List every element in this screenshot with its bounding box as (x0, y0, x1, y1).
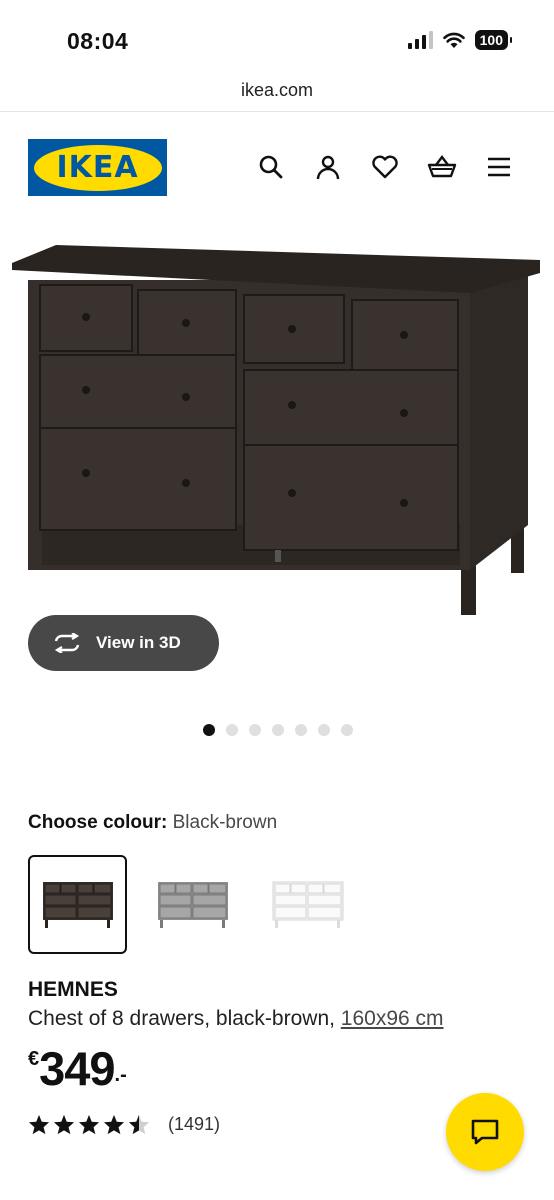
url-bar[interactable]: ikea.com (0, 80, 554, 112)
ikea-logo[interactable]: IKEA (28, 139, 167, 196)
basket-icon[interactable] (427, 152, 457, 182)
swatch-white[interactable] (258, 855, 357, 954)
swatch-grey[interactable] (143, 855, 242, 954)
star-icon (28, 1114, 50, 1135)
product-rating[interactable]: (1491) (28, 1114, 220, 1135)
wifi-icon (442, 32, 465, 48)
status-time: 08:04 (67, 28, 129, 54)
header-icons (256, 152, 514, 182)
carousel-dots (203, 724, 353, 736)
product-price: € 349 .- (28, 1040, 127, 1098)
site-header: IKEA (0, 112, 554, 222)
battery-indicator: 100 (474, 30, 513, 50)
chat-button[interactable] (446, 1093, 524, 1171)
star-icon (53, 1114, 75, 1135)
account-icon[interactable] (313, 152, 343, 182)
logo-text: IKEA (56, 150, 139, 185)
carousel-dot[interactable] (203, 724, 215, 736)
carousel-dot[interactable] (272, 724, 284, 736)
chat-icon (471, 1119, 499, 1145)
price-currency: € (28, 1048, 40, 1070)
colour-selector-label: Choose colour: Black-brown (28, 812, 277, 834)
colour-swatches (28, 855, 357, 954)
carousel-dot[interactable] (226, 724, 238, 736)
carousel-dot[interactable] (318, 724, 330, 736)
status-icons: 100 (407, 30, 513, 50)
price-suffix: .- (114, 1064, 127, 1086)
product-name: HEMNES (28, 978, 118, 1001)
menu-icon[interactable] (484, 152, 514, 182)
product-dimensions-link[interactable]: 160x96 cm (341, 1007, 444, 1030)
selected-colour: Black-brown (172, 812, 278, 833)
view-in-3d-label: View in 3D (96, 633, 181, 652)
rating-stars (28, 1114, 150, 1135)
carousel-dot[interactable] (341, 724, 353, 736)
search-icon[interactable] (256, 152, 286, 182)
product-image[interactable] (0, 225, 554, 625)
price-amount: 349 (39, 1042, 115, 1095)
carousel-dot[interactable] (295, 724, 307, 736)
star-icon (78, 1114, 100, 1135)
url-text: ikea.com (240, 80, 314, 100)
star-icon (103, 1114, 125, 1135)
colour-label-text: Choose colour: (28, 812, 168, 833)
logo-oval: IKEA (33, 144, 162, 191)
product-description: Chest of 8 drawers, black-brown, 160x96 … (28, 1007, 444, 1031)
heart-icon[interactable] (370, 152, 400, 182)
view-in-3d-button[interactable]: View in 3D (28, 615, 219, 671)
half-star-icon (128, 1114, 150, 1135)
swatch-black-brown[interactable] (28, 855, 127, 954)
product-description-text: Chest of 8 drawers, black-brown, (28, 1007, 341, 1030)
carousel-dot[interactable] (249, 724, 261, 736)
cellular-signal-icon (407, 31, 433, 49)
review-count: (1491) (168, 1114, 221, 1134)
rotate-3d-icon (54, 633, 80, 653)
status-bar: 08:04 100 (0, 0, 554, 80)
